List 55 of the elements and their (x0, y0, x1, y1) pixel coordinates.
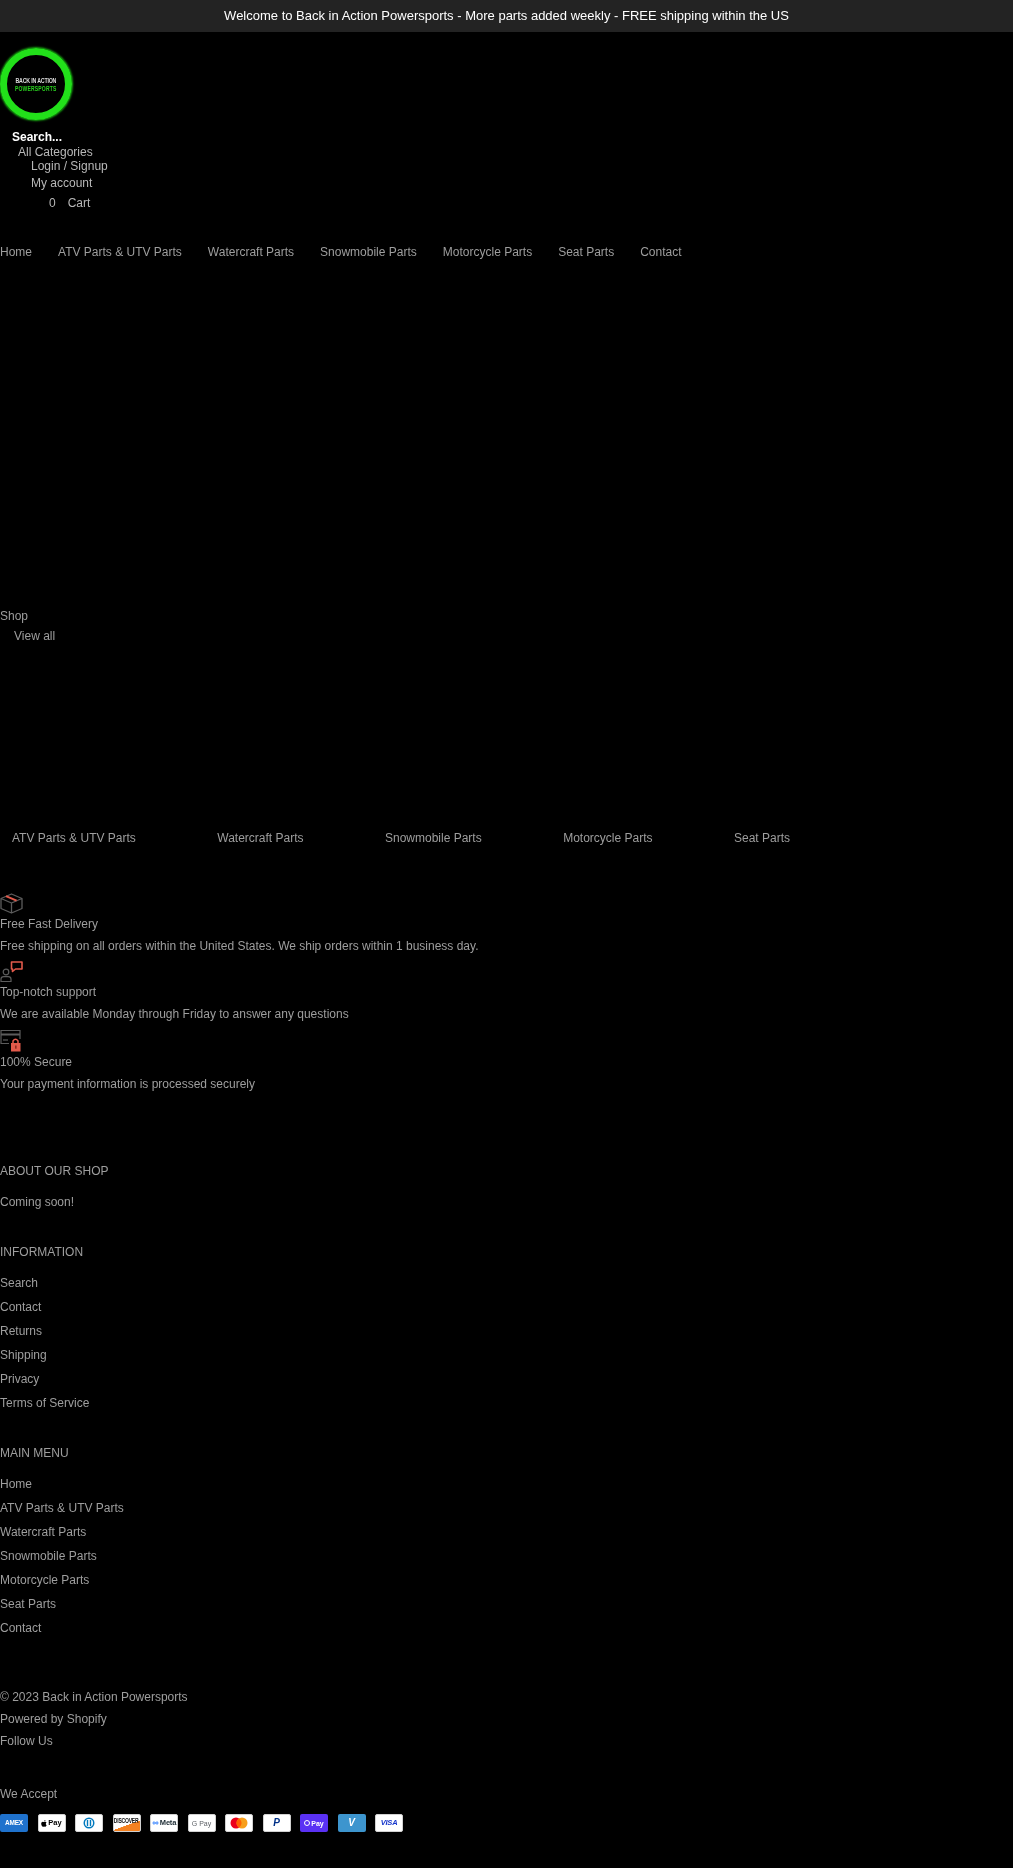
powered-by-text: Powered by Shopify (0, 1712, 107, 1726)
collection-link[interactable]: Watercraft Parts (217, 831, 304, 845)
footer-link[interactable]: Home (0, 1477, 32, 1491)
payment-logo: V (337, 1814, 366, 1832)
cart-count: 0 (49, 196, 56, 210)
nav-link[interactable]: Seat Parts (558, 245, 615, 259)
footer-link[interactable]: ATV Parts & UTV Parts (0, 1501, 124, 1515)
footer-heading: MAIN MENU (0, 1446, 69, 1460)
footer-link[interactable]: Motorcycle Parts (0, 1573, 90, 1587)
payment-logo-icon (75, 1814, 103, 1832)
footer-link[interactable]: Snowmobile Parts (0, 1549, 97, 1563)
card-lock-icon (0, 1029, 23, 1052)
login-link[interactable]: Login / Signup (31, 159, 108, 173)
footer-link[interactable]: Privacy (0, 1372, 40, 1386)
nav-link[interactable]: Home (0, 245, 32, 259)
footer-link[interactable]: Seat Parts (0, 1597, 57, 1611)
announcement-text: Welcome to Back in Action Powersports - More parts added weekly - FREE shipping within the US (224, 8, 789, 24)
payments-heading: We Accept (0, 1787, 58, 1801)
nav-link[interactable]: Snowmobile Parts (320, 245, 417, 259)
person-chat-icon (0, 961, 23, 982)
footer-link[interactable]: Shipping (0, 1348, 47, 1362)
collection-link[interactable]: Seat Parts (733, 831, 790, 845)
section-title: Shop (0, 609, 29, 623)
collection-link[interactable]: Motorcycle Parts (563, 831, 653, 845)
feature-title: 100% Secure (0, 1055, 73, 1069)
feature-text: We are available Monday through Friday to answer any questions (0, 1007, 349, 1021)
collection-link[interactable]: ATV Parts & UTV Parts (12, 831, 136, 845)
copyright-text: © 2023 Back in Action Powersports (0, 1690, 188, 1704)
footer-link[interactable]: Contact (0, 1300, 42, 1314)
footer-link[interactable]: Contact (0, 1621, 42, 1635)
footer-text: Coming soon! (0, 1195, 75, 1209)
footer-heading: INFORMATION (0, 1245, 84, 1259)
view-all-link[interactable]: View all (14, 629, 56, 643)
category-dropdown[interactable]: All Categories (18, 145, 93, 159)
nav-link[interactable]: ATV Parts & UTV Parts (58, 245, 182, 259)
payment-logo: P (262, 1814, 291, 1832)
nav-link[interactable]: Watercraft Parts (207, 245, 295, 259)
feature-title: Top-notch support (0, 985, 97, 999)
footer-link[interactable]: Returns (0, 1324, 43, 1338)
footer-link[interactable]: Search (0, 1276, 39, 1290)
footer-link[interactable]: Watercraft Parts (0, 1525, 87, 1539)
footer-heading: ABOUT OUR SHOP (0, 1164, 109, 1178)
feature-text: Free shipping on all orders within the United States. We ship orders within 1 business day. (0, 939, 479, 953)
nav-link[interactable]: Contact (640, 245, 682, 259)
package-icon (0, 893, 23, 914)
follow-us-heading: Follow Us (0, 1734, 53, 1748)
footer-link[interactable]: Terms of Service (0, 1396, 90, 1410)
feature-title: Free Fast Delivery (0, 917, 99, 931)
cart-link[interactable]: Cart (67, 196, 91, 210)
search-field[interactable]: Search... (12, 130, 78, 144)
payment-logo-icon (225, 1814, 253, 1832)
account-link[interactable]: My account (31, 176, 93, 190)
collection-link[interactable]: Snowmobile Parts (384, 831, 482, 845)
feature-text: Your payment information is processed securely (0, 1077, 256, 1091)
nav-link[interactable]: Motorcycle Parts (442, 245, 533, 259)
